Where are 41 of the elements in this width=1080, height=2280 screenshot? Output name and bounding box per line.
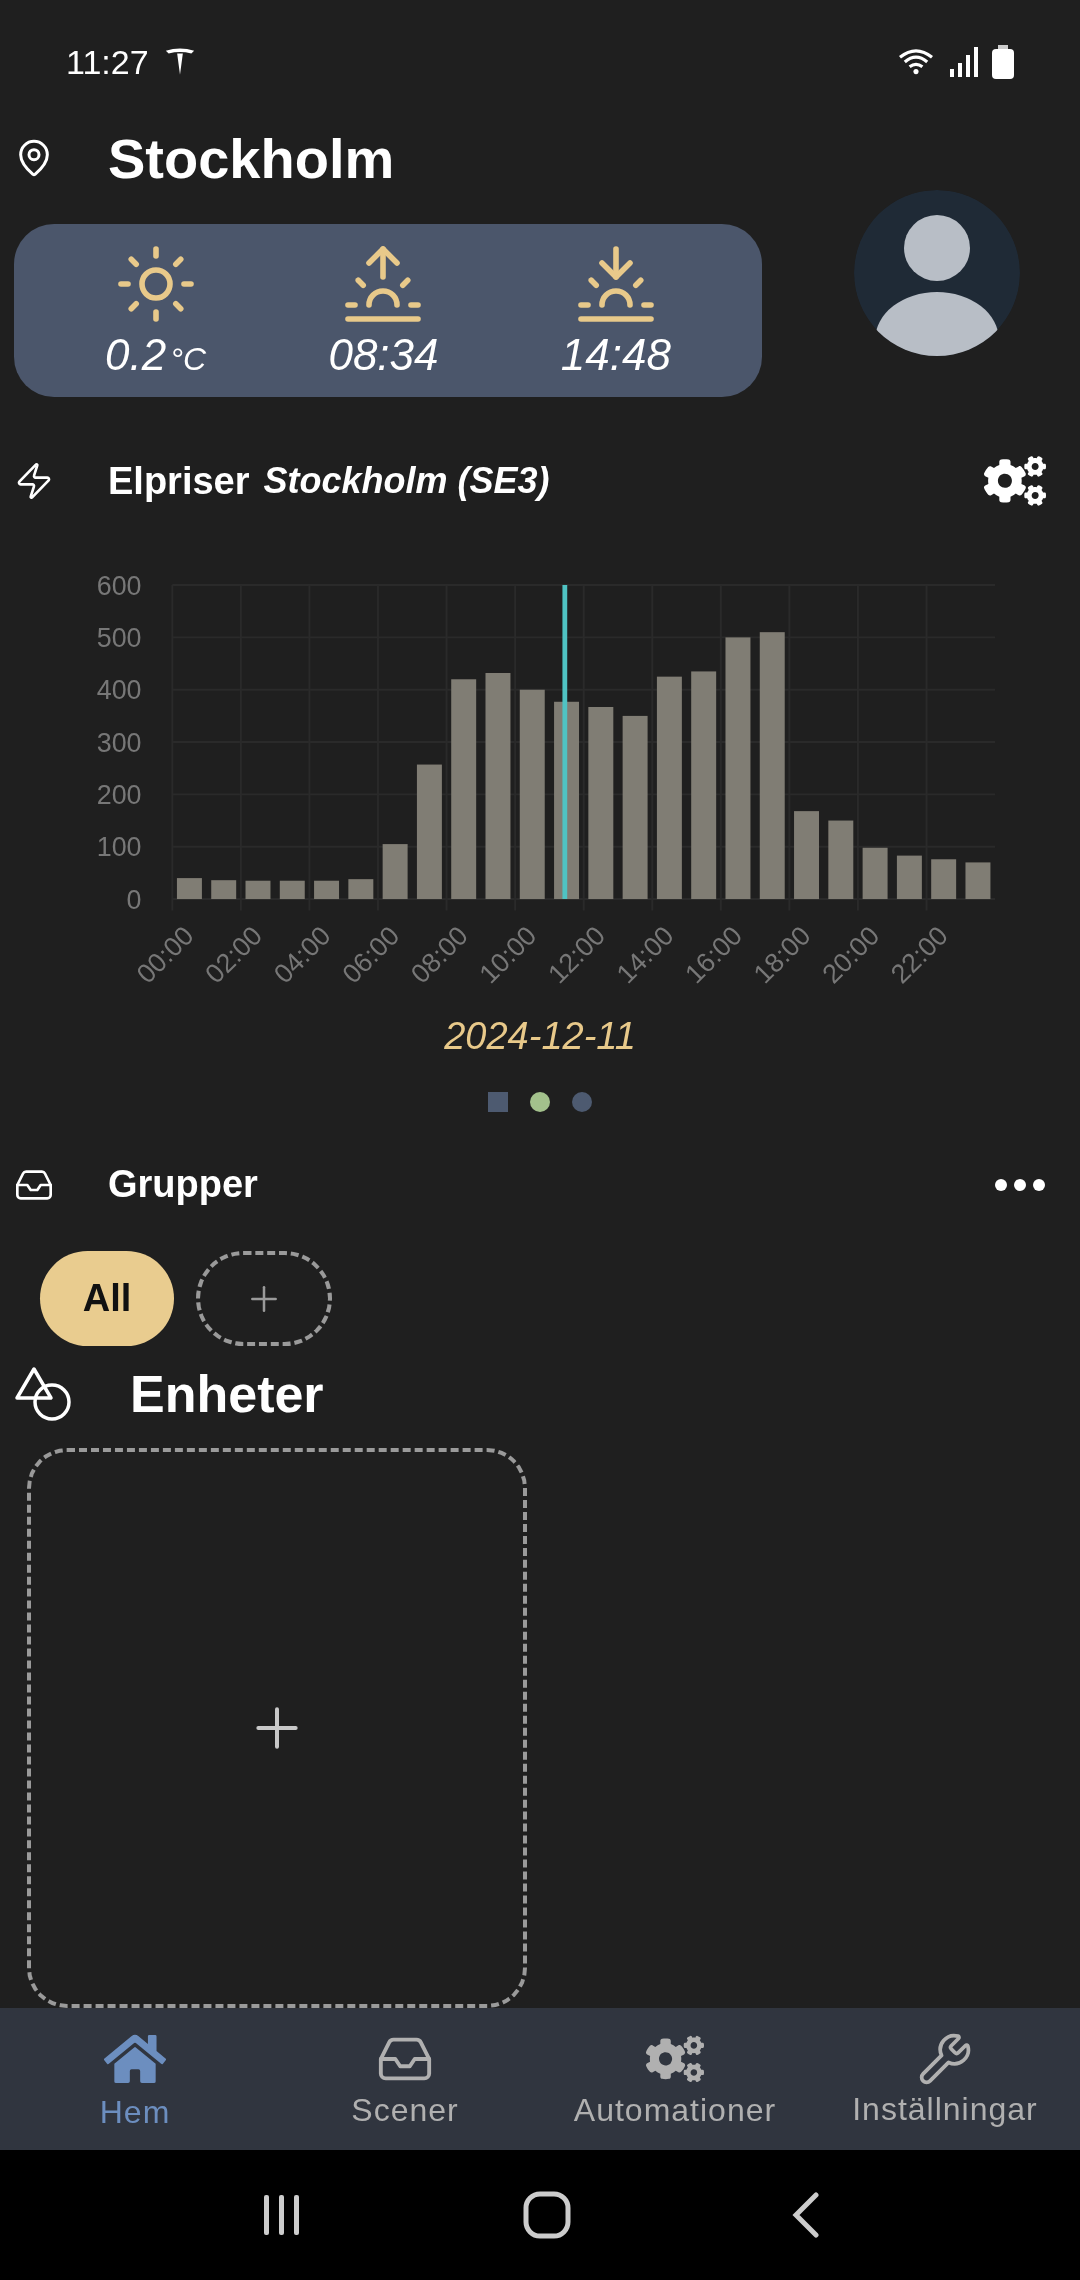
back-icon[interactable] bbox=[790, 2192, 821, 2238]
price-bar bbox=[211, 879, 237, 899]
page-indicator[interactable] bbox=[530, 1092, 550, 1113]
nav-tab[interactable]: Scener bbox=[270, 2008, 540, 2150]
y-axis-label: 500 bbox=[96, 622, 142, 653]
y-axis-label: 100 bbox=[96, 831, 142, 862]
weather-value: 14:48 bbox=[560, 329, 671, 380]
price-bar bbox=[931, 858, 957, 899]
price-bar bbox=[314, 880, 340, 899]
price-bar bbox=[965, 862, 991, 899]
section-title: Elpriser bbox=[108, 459, 250, 503]
y-axis-label: 600 bbox=[96, 570, 142, 601]
nav-tab[interactable]: Inställningar bbox=[810, 2008, 1080, 2150]
avatar[interactable] bbox=[854, 190, 1020, 356]
price-bar bbox=[896, 855, 922, 899]
y-axis-label: 200 bbox=[96, 779, 142, 810]
y-axis-label: 0 bbox=[126, 884, 142, 915]
section-title: Enheter bbox=[130, 1364, 324, 1424]
price-bar bbox=[348, 878, 374, 899]
price-bar bbox=[245, 880, 271, 899]
chart-date: 2024-12-11 bbox=[443, 1013, 637, 1059]
add-group-button[interactable] bbox=[196, 1251, 332, 1346]
weather-value: 08:34 bbox=[328, 329, 439, 380]
status-time: 11:27 bbox=[66, 42, 149, 82]
group-chip[interactable]: All bbox=[40, 1251, 174, 1346]
signal-icon bbox=[950, 47, 978, 78]
home-button-icon[interactable] bbox=[523, 2191, 571, 2239]
nav-tab[interactable]: Hem bbox=[0, 2008, 270, 2150]
nav-tab[interactable]: Automationer bbox=[540, 2008, 810, 2150]
region-label: Stockholm (SE3) bbox=[263, 460, 550, 502]
price-bar bbox=[862, 847, 888, 899]
price-bar bbox=[176, 877, 202, 899]
price-bar bbox=[382, 843, 408, 899]
price-bar bbox=[279, 880, 305, 899]
y-axis-label: 400 bbox=[96, 674, 142, 705]
location-title: Stockholm bbox=[108, 125, 395, 191]
y-axis-label: 300 bbox=[96, 727, 142, 758]
more-icon[interactable] bbox=[994, 1177, 1046, 1192]
weather-value: 0.2°C bbox=[105, 329, 207, 380]
battery-icon bbox=[992, 45, 1014, 80]
section-title: Grupper bbox=[108, 1163, 258, 1207]
